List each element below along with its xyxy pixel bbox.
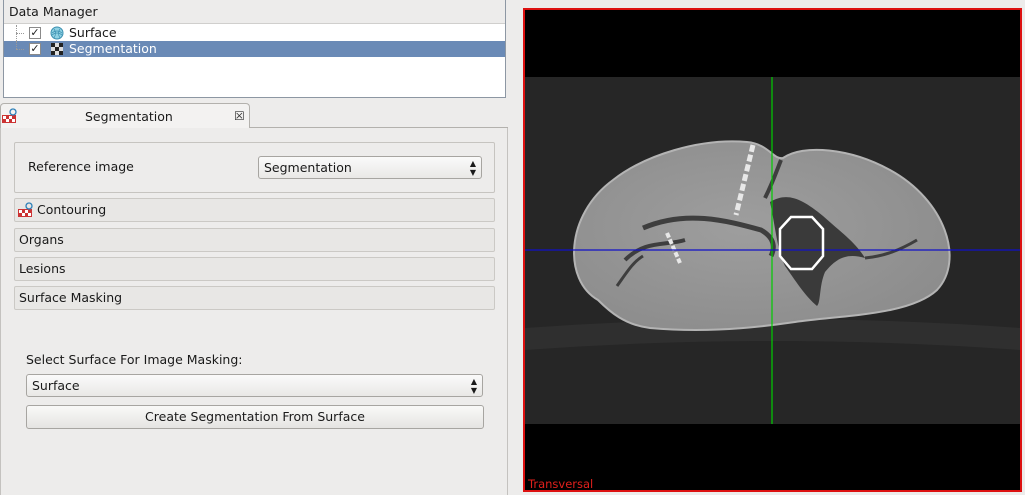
tree-node-surface[interactable]: ✓ Surface [4,25,505,41]
data-manager-frame: Data Manager ✓ Surface ✓ Segmentation [3,0,506,98]
updown-arrow-icon: ▲ ▼ [470,376,477,395]
reference-image-value: Segmentation [264,160,352,175]
surface-select[interactable]: Surface ▲ ▼ [26,374,483,397]
segmentation-panel: Segmentation ☒ Reference image Segmentat… [0,103,508,495]
close-icon[interactable]: ☒ [234,104,245,129]
tab-label: Segmentation [85,109,173,124]
reference-image-select[interactable]: Segmentation ▲ ▼ [258,156,482,179]
tree-node-segmentation[interactable]: ✓ Segmentation [4,41,505,57]
create-segmentation-button[interactable]: Create Segmentation From Surface [26,405,484,429]
section-label: Contouring [37,202,107,217]
tree-node-label: Surface [69,25,117,40]
section-organs[interactable]: Organs [14,228,495,252]
tree-branch-line [16,33,24,34]
updown-arrow-icon: ▲ ▼ [469,158,476,177]
data-manager-title: Data Manager [4,0,505,24]
section-contouring[interactable]: Contouring [14,198,495,222]
surface-select-label: Select Surface For Image Masking: [26,352,243,367]
section-lesions[interactable]: Lesions [14,257,495,281]
tree-node-label: Segmentation [69,41,157,56]
surface-select-value: Surface [32,378,80,393]
contouring-icon [18,202,33,217]
visibility-checkbox[interactable]: ✓ [29,27,41,39]
ct-slice-image[interactable] [525,10,1020,490]
segmentation-panel-body: Reference image Segmentation ▲ ▼ Contouri… [0,128,508,495]
section-surface-masking[interactable]: Surface Masking [14,286,495,310]
section-label: Surface Masking [19,290,123,305]
tree-branch-line [16,49,24,50]
section-label: Lesions [19,261,66,276]
reference-image-group: Reference image Segmentation ▲ ▼ [14,142,495,193]
segmentation-icon [51,43,63,55]
tab-bar: Segmentation ☒ [0,103,508,128]
tab-segmentation[interactable]: Segmentation ☒ [0,103,250,128]
section-label: Organs [19,232,64,247]
data-manager-panel: Data Manager ✓ Surface ✓ Segmentation [0,0,508,100]
tree-branch-line [16,41,17,49]
view-orientation-label: Transversal [528,477,594,491]
segmentation-plugin-icon [2,108,17,123]
render-window-transversal[interactable]: Transversal [523,8,1022,492]
surface-icon [50,26,64,40]
visibility-checkbox[interactable]: ✓ [29,43,41,55]
reference-image-label: Reference image [28,159,134,174]
